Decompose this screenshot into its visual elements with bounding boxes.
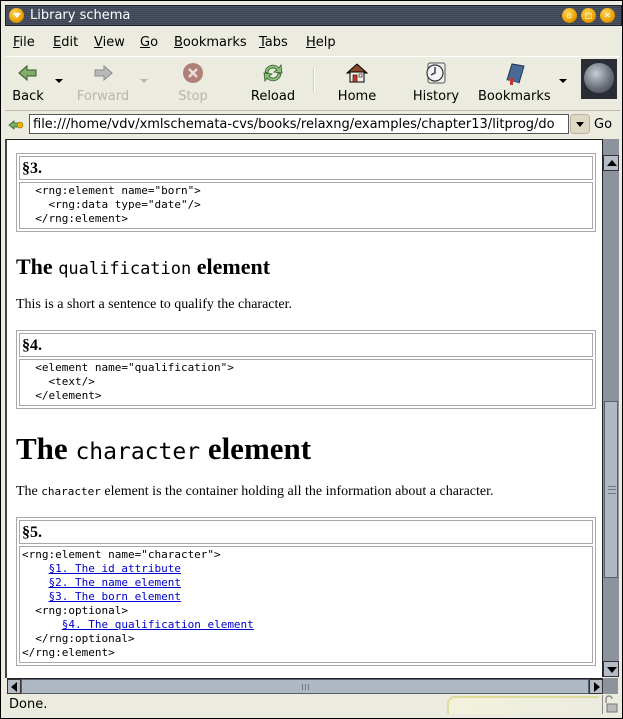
reload-icon xyxy=(261,61,285,85)
section-3-code: <rng:element name="born"> <rng:data type… xyxy=(19,182,593,229)
section-3-heading: §3. xyxy=(19,156,593,180)
vertical-scroll-thumb[interactable] xyxy=(604,401,618,578)
thumb-grip xyxy=(302,684,303,690)
window-menu-icon[interactable] xyxy=(9,8,24,23)
url-history-dropdown[interactable] xyxy=(570,114,590,134)
back-button[interactable]: Back xyxy=(11,61,45,104)
forward-arrow-icon xyxy=(91,61,115,85)
scroll-up-button[interactable] xyxy=(603,155,619,171)
menu-bar: File Edit View Go Bookmarks Tabs Help xyxy=(5,31,620,55)
section-4-heading: §4. xyxy=(19,333,593,357)
forward-button[interactable]: Forward xyxy=(73,61,133,104)
document: §3. <rng:element name="born"> <rng:data … xyxy=(16,153,596,666)
character-heading: The character element xyxy=(16,431,312,466)
forward-history-dropdown-icon[interactable] xyxy=(140,79,148,83)
close-button[interactable]: ✕ xyxy=(600,8,615,23)
thumb-grip xyxy=(608,489,616,491)
section-5-code: <rng:element name="character"> §1. The i… xyxy=(19,546,593,663)
back-arrow-icon xyxy=(16,61,40,85)
qualification-heading: The qualification element xyxy=(16,254,271,279)
status-bar: Done. xyxy=(5,694,620,716)
menu-view[interactable]: View xyxy=(94,35,125,50)
window-title: Library schema xyxy=(30,8,131,23)
minimize-button[interactable]: ▫ xyxy=(562,8,577,23)
link-section-4[interactable]: §4. The qualification element xyxy=(62,618,254,631)
back-history-dropdown-icon[interactable] xyxy=(55,79,63,83)
vertical-scrollbar[interactable] xyxy=(602,139,619,677)
throbber-icon xyxy=(581,59,617,99)
horizontal-scroll-thumb[interactable] xyxy=(21,679,589,694)
menu-file[interactable]: File xyxy=(13,35,35,50)
thumb-grip xyxy=(308,684,309,690)
browser-window: Library schema ▫ □ ✕ File Edit View Go B… xyxy=(0,0,623,719)
character-paragraph: The character element is the container h… xyxy=(16,484,494,499)
qualification-paragraph: This is a short a sentence to qualify th… xyxy=(16,297,293,312)
thumb-grip xyxy=(305,684,306,690)
stop-icon xyxy=(181,61,205,85)
progress-meter xyxy=(447,696,599,714)
horizontal-scrollbar[interactable] xyxy=(7,678,603,694)
section-5-heading: §5. xyxy=(19,520,593,544)
history-clock-icon xyxy=(424,61,448,85)
maximize-button[interactable]: □ xyxy=(581,8,596,23)
bookmarks-dropdown-icon[interactable] xyxy=(559,79,567,83)
link-section-1[interactable]: §1. The id attribute xyxy=(49,562,181,575)
section-4: §4. <element name="qualification"> <text… xyxy=(16,330,596,409)
menu-edit[interactable]: Edit xyxy=(53,35,78,50)
location-bar: file:///home/vdv/xmlschemata-cvs/books/r… xyxy=(5,110,620,139)
menu-bookmarks[interactable]: Bookmarks xyxy=(174,35,247,50)
scroll-down-button[interactable] xyxy=(603,661,619,677)
reload-button[interactable]: Reload xyxy=(248,61,298,104)
navigation-toolbar: Back Forward Stop Reload Home History Bo… xyxy=(5,56,620,109)
stop-button[interactable]: Stop xyxy=(173,61,213,104)
title-bar[interactable]: Library schema ▫ □ ✕ xyxy=(5,5,622,26)
bookmarks-book-icon xyxy=(502,61,526,85)
menu-tabs[interactable]: Tabs xyxy=(259,35,288,50)
menu-help[interactable]: Help xyxy=(306,35,336,50)
section-3: §3. <rng:element name="born"> <rng:data … xyxy=(16,153,596,232)
link-section-3[interactable]: §3. The born element xyxy=(49,590,181,603)
scroll-right-button[interactable] xyxy=(589,679,603,694)
menu-go[interactable]: Go xyxy=(140,35,158,50)
scroll-left-button[interactable] xyxy=(7,679,21,694)
page-content: §3. <rng:element name="born"> <rng:data … xyxy=(5,139,604,678)
go-button[interactable]: Go xyxy=(594,117,612,132)
home-button[interactable]: Home xyxy=(336,61,378,104)
thumb-grip xyxy=(608,486,616,487)
section-5: §5. <rng:element name="character"> §1. T… xyxy=(16,517,596,666)
history-button[interactable]: History xyxy=(411,61,461,104)
bookmarks-button[interactable]: Bookmarks xyxy=(478,61,551,104)
security-lock-icon[interactable] xyxy=(602,695,619,714)
scrollbar-corner xyxy=(603,678,618,694)
url-input[interactable]: file:///home/vdv/xmlschemata-cvs/books/r… xyxy=(29,114,569,134)
link-section-2[interactable]: §2. The name element xyxy=(49,576,181,589)
status-text: Done. xyxy=(9,697,48,712)
section-4-code: <element name="qualification"> <text/> <… xyxy=(19,359,593,406)
page-proxy-icon[interactable] xyxy=(8,117,24,131)
toolbar-separator xyxy=(313,69,315,91)
home-icon xyxy=(345,61,369,85)
thumb-grip xyxy=(608,492,616,494)
